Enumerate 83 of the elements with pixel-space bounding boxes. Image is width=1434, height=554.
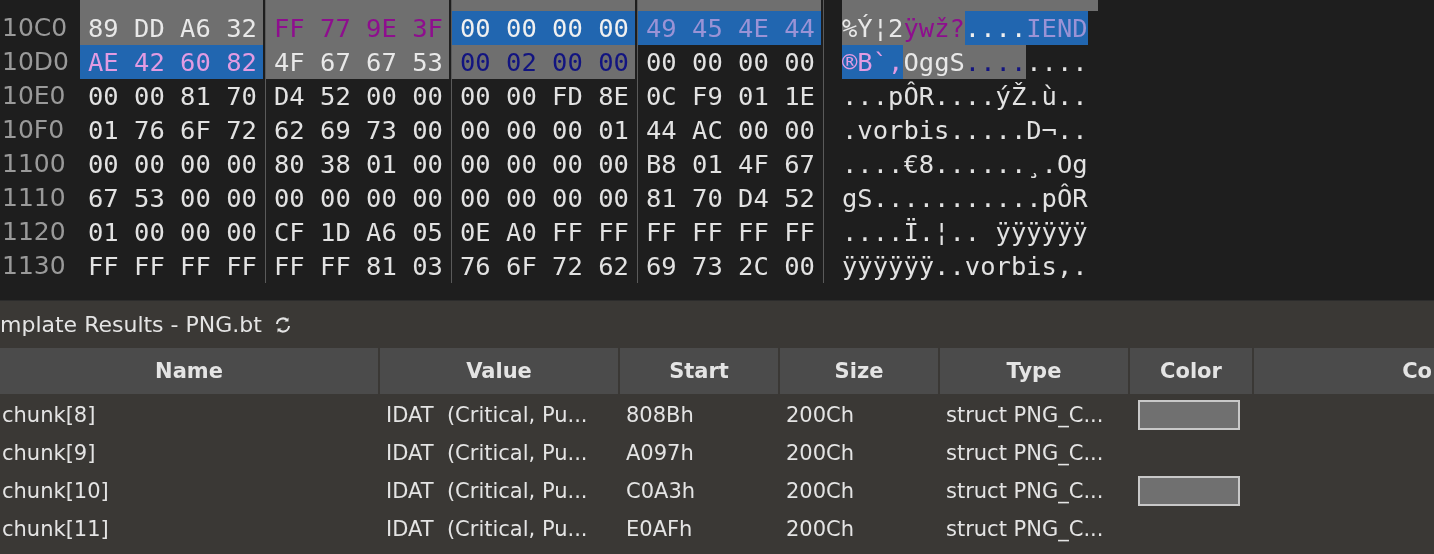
hex-bytes: 76 6F 72 62	[459, 250, 630, 283]
hex-bytes: 00 00 00 00	[645, 46, 816, 79]
offset-label: 10C0	[1, 12, 69, 44]
offset-label: 1120	[1, 216, 67, 248]
ascii-text: ÿÿÿÿÿÿ..vorbis,.	[842, 250, 1088, 283]
hex-bytes: D4 52 00 00	[273, 80, 444, 113]
table-cell-text: E0AFh	[625, 517, 694, 541]
table-cell-text: chunk[8]	[1, 403, 97, 427]
hex-bytes: 0E A0 FF FF	[459, 216, 630, 249]
table-cell-text: IDAT (Critical, Pu...	[385, 479, 589, 503]
table-cell-text: 200Ch	[785, 517, 856, 541]
hex-bytes: FF FF FF FF	[645, 216, 816, 249]
table-cell-text: struct PNG_C...	[945, 441, 1105, 465]
column-header[interactable]: Co	[1254, 348, 1434, 394]
hex-bytes: 00 00 00 00	[87, 148, 258, 181]
hex-bytes: 67 53 00 00	[87, 182, 258, 215]
hex-bytes: 49 45 4E 44	[638, 11, 821, 45]
ascii-text: IEND	[1026, 11, 1088, 45]
hex-bytes: 0C F9 01 1E	[645, 80, 816, 113]
table-cell-text: A097h	[625, 441, 695, 465]
hex-bytes: 00 02 00 00	[452, 45, 635, 79]
ascii-text: ....€8......¸.Og	[842, 148, 1088, 181]
hex-bytes: 01 00 00 00	[87, 216, 258, 249]
ascii-text: OggS	[903, 45, 965, 79]
column-header[interactable]: Type	[940, 348, 1130, 394]
column-header[interactable]: Value	[380, 348, 620, 394]
table-cell-text: chunk[10]	[1, 479, 110, 503]
hex-bytes: 00 00 00 00	[459, 182, 630, 215]
hex-bytes: CF 1D A6 05	[273, 216, 444, 249]
column-header[interactable]: Name	[0, 348, 380, 394]
ascii-text: ....	[964, 11, 1027, 45]
offset-label: 10E0	[1, 80, 67, 112]
ascii-text: ....	[964, 45, 1027, 79]
hex-bytes: 81 70 D4 52	[645, 182, 816, 215]
hex-bytes: 44 AC 00 00	[645, 114, 816, 147]
column-header[interactable]: Color	[1130, 348, 1254, 394]
hex-bytes: 89 DD A6 32	[80, 11, 263, 45]
hex-bytes: 00 00 00 00	[452, 11, 635, 45]
table-cell-text: IDAT (Critical, Pu...	[385, 517, 589, 541]
table-cell-text: 200Ch	[785, 441, 856, 465]
column-header[interactable]: Size	[780, 348, 940, 394]
table-cell-text: struct PNG_C...	[945, 403, 1105, 427]
offset-label: 1110	[1, 182, 67, 214]
hex-bytes: 00 00 81 70	[87, 80, 258, 113]
ascii-text: ....	[1026, 46, 1088, 79]
column-header[interactable]: Start	[620, 348, 780, 394]
offset-label: 1100	[1, 148, 67, 180]
ascii-text: ÿwž?	[903, 11, 965, 45]
hex-bytes: FF FF FF FF	[87, 250, 258, 283]
ascii-text: gS...........pÔR	[842, 182, 1088, 215]
hex-bytes: 00 00 00 00	[273, 182, 444, 215]
table-cell-text: chunk[11]	[1, 517, 110, 541]
ascii-text: ....Ï.¦.. ÿÿÿÿÿÿ	[842, 216, 1088, 249]
ascii-text: .vorbis.....D¬..	[842, 114, 1088, 147]
ascii-text: %Ý¦2	[842, 11, 904, 45]
hex-bytes: 62 69 73 00	[273, 114, 444, 147]
table-cell-text: 200Ch	[785, 479, 856, 503]
hex-bytes: 4F 67 67 53	[266, 45, 449, 79]
table-cell-text: 200Ch	[785, 403, 856, 427]
ascii-text: ...pÔR....ýŽ.ù..	[842, 80, 1088, 113]
ascii-text: ®B`,	[842, 45, 904, 79]
hex-bytes: FF 77 9E 3F	[266, 11, 449, 45]
hex-bytes: 00 00 FD 8E	[459, 80, 630, 113]
hex-bytes: 80 38 01 00	[273, 148, 444, 181]
table-cell-text: IDAT (Critical, Pu...	[385, 403, 589, 427]
offset-label: 10D0	[1, 46, 70, 78]
refresh-icon[interactable]	[273, 315, 292, 334]
hex-bytes: 00 00 00 01	[459, 114, 630, 147]
panel-title: mplate Results - PNG.bt	[0, 312, 262, 337]
table-cell-text: IDAT (Critical, Pu...	[385, 441, 589, 465]
table-cell-text: C0A3h	[625, 479, 697, 503]
table-cell-text: struct PNG_C...	[945, 517, 1105, 541]
hex-bytes: B8 01 4F 67	[645, 148, 816, 181]
table-cell-text: 808Bh	[625, 403, 695, 427]
hex-bytes: AE 42 60 82	[80, 45, 263, 79]
hex-bytes: 00 00 00 00	[459, 148, 630, 181]
hex-bytes: 01 76 6F 72	[87, 114, 258, 147]
table-cell-text: chunk[9]	[1, 441, 97, 465]
offset-label: 1130	[1, 250, 67, 282]
table-cell-text: struct PNG_C...	[945, 479, 1105, 503]
hex-bytes: FF FF 81 03	[273, 250, 444, 283]
hex-bytes: 69 73 2C 00	[645, 250, 816, 283]
offset-label: 10F0	[1, 114, 66, 146]
